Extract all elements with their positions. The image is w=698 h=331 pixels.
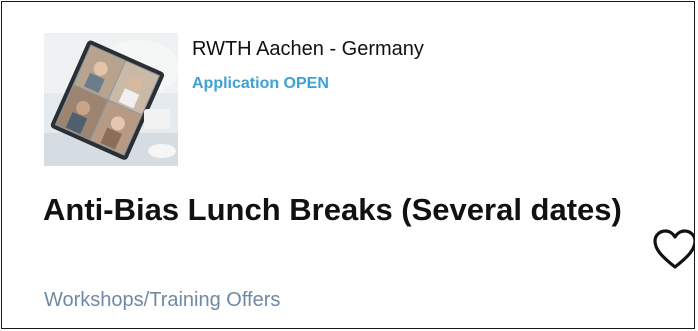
course-title[interactable]: Anti-Bias Lunch Breaks (Several dates) bbox=[43, 191, 623, 228]
location-text: RWTH Aachen - Germany bbox=[192, 38, 424, 60]
favorite-button[interactable] bbox=[652, 228, 694, 272]
course-category: Workshops/Training Offers bbox=[44, 289, 281, 311]
heart-outline-icon bbox=[653, 229, 694, 269]
course-thumbnail[interactable] bbox=[44, 33, 178, 166]
course-card[interactable]: RWTH Aachen - Germany Application OPEN A… bbox=[1, 1, 695, 329]
video-call-photo bbox=[44, 33, 178, 166]
application-status-badge: Application OPEN bbox=[192, 75, 329, 92]
